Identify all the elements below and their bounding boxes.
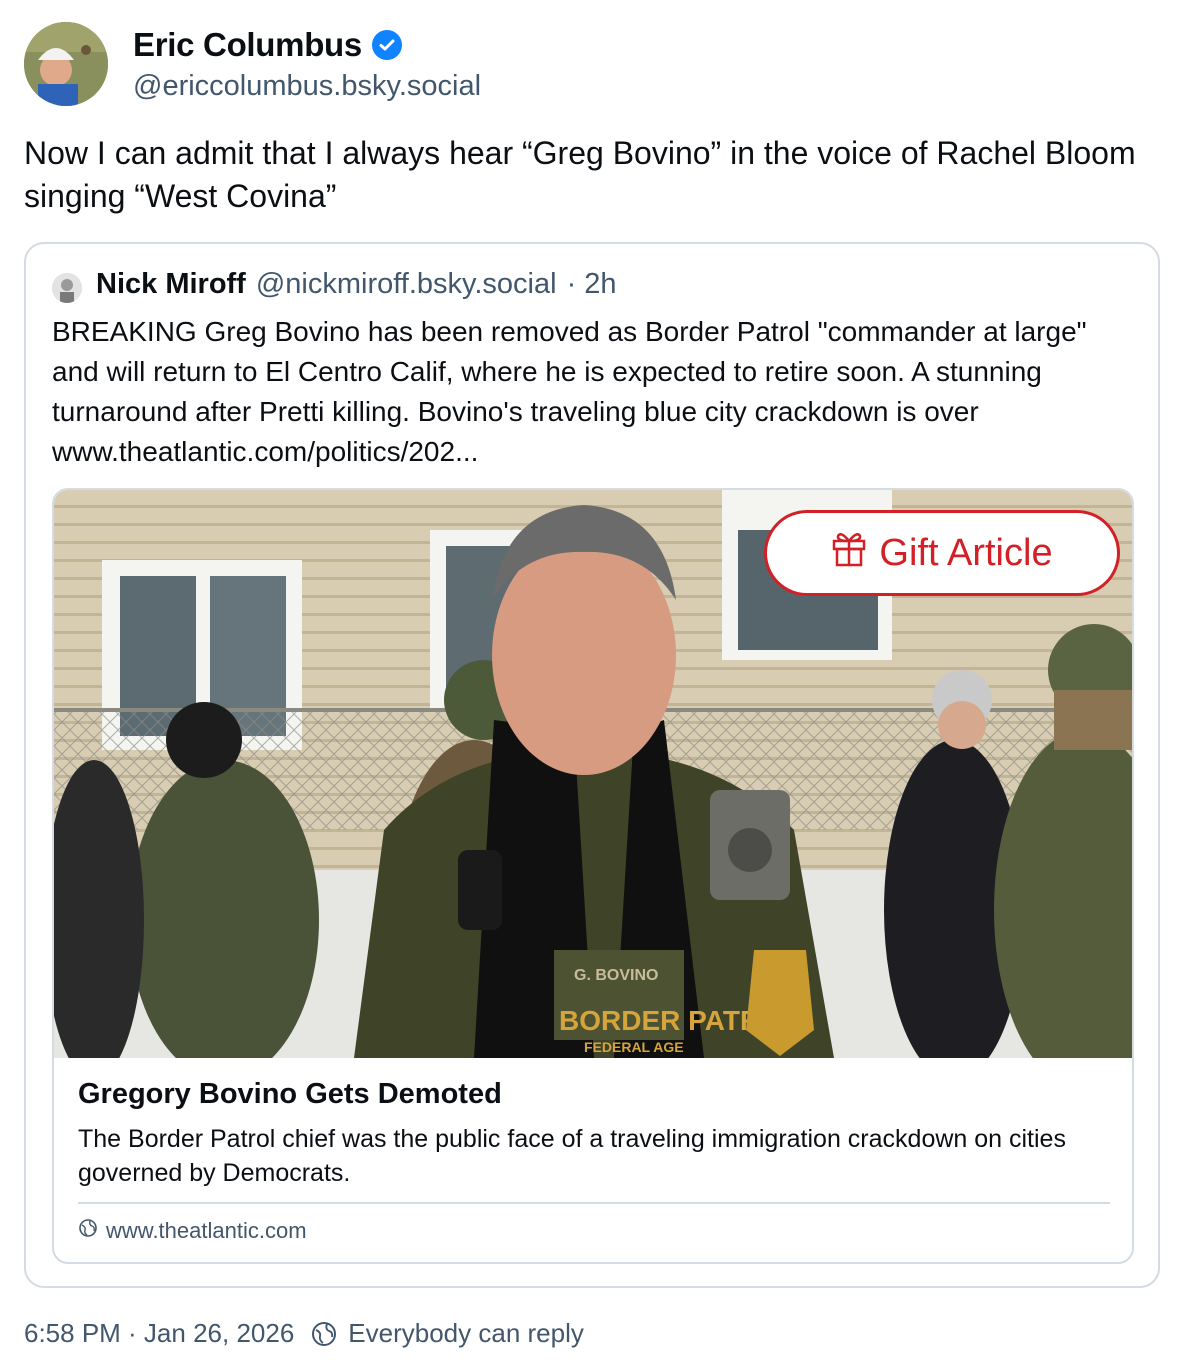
quoted-time: · 2h [566,268,617,300]
post-timestamp[interactable]: 6:58 PM · Jan 26, 2026 [24,1318,294,1349]
quoted-text: BREAKING Greg Bovino has been removed as… [52,316,1087,467]
author-name-row[interactable]: Eric Columbus [133,26,402,64]
author-avatar[interactable] [24,22,108,106]
gift-article-badge: Gift Article [764,510,1120,596]
quoted-author-avatar[interactable] [52,273,82,303]
verified-check-icon[interactable] [371,30,402,60]
photo-patch-text: BORDER PATR [559,1005,760,1036]
link-domain[interactable]: www.theatlantic.com [106,1218,307,1244]
gift-article-label: Gift Article [879,531,1053,574]
quoted-author-name[interactable]: Nick Miroff [96,268,246,301]
author-name[interactable]: Eric Columbus [133,26,362,64]
link-preview-image[interactable]: G. BOVINO BORDER PATR FEDERAL AGE Gift A… [54,490,1132,1058]
reply-globe-icon [310,1320,338,1348]
link-description: The Border Patrol chief was the public f… [78,1125,1066,1187]
link-preview-card[interactable]: G. BOVINO BORDER PATR FEDERAL AGE Gift A… [52,488,1134,1264]
gift-icon [831,529,867,577]
quoted-author-handle[interactable]: @nickmiroff.bsky.social [256,268,557,301]
quoted-header: Nick Miroff @nickmiroff.bsky.social · 2h [96,268,617,301]
post-text: Now I can admit that I always hear “Greg… [24,135,1136,214]
reply-setting[interactable]: Everybody can reply [348,1318,584,1349]
post-footer: 6:58 PM · Jan 26, 2026 Everybody can rep… [24,1318,584,1349]
quoted-post[interactable]: Nick Miroff @nickmiroff.bsky.social · 2h… [24,242,1160,1288]
link-domain-row[interactable]: www.theatlantic.com [78,1218,307,1244]
link-title[interactable]: Gregory Bovino Gets Demoted [78,1078,502,1111]
globe-icon [78,1218,98,1244]
post: Eric Columbus @ericcolumbus.bsky.social … [0,0,1184,1368]
photo-patch-subtext: FEDERAL AGE [584,1039,684,1055]
author-handle[interactable]: @ericcolumbus.bsky.social [133,70,481,103]
link-divider [78,1202,1110,1204]
photo-nameplate-text: G. BOVINO [574,967,658,984]
